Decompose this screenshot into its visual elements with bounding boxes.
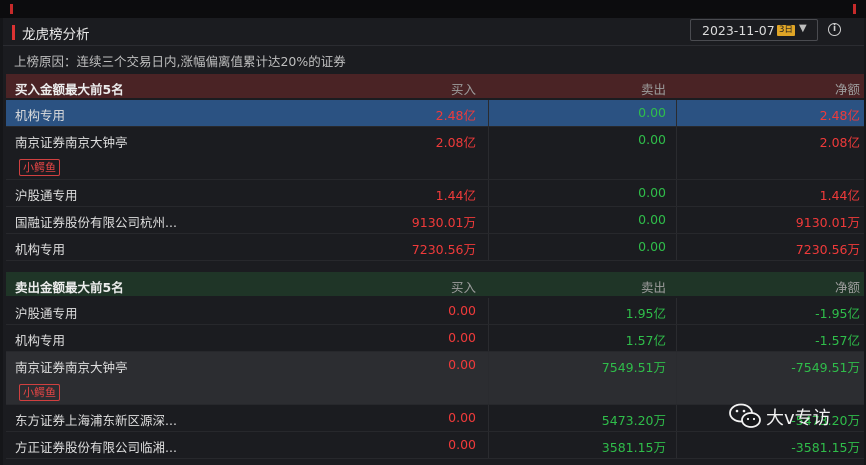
seat-name: 机构专用 (15, 242, 66, 257)
table-row[interactable]: 机构专用 0.00 1.57亿 -1.57亿 (6, 325, 864, 352)
buy-section-title: 买入金额最大前5名 (15, 82, 124, 97)
column-divider (676, 298, 677, 324)
table-row[interactable]: 国融证券股份有限公司杭州... 9130.01万 0.00 9130.01万 (6, 207, 864, 234)
sell-amount: 5473.20万 (601, 413, 666, 428)
net-amount: 2.48亿 (819, 108, 860, 123)
wechat-icon (729, 403, 761, 428)
buy-amount: 9130.01万 (411, 215, 476, 230)
net-amount: -7549.51万 (791, 360, 860, 375)
top-strip (0, 0, 866, 18)
buy-amount: 7230.56万 (411, 242, 476, 257)
red-marker (853, 4, 856, 14)
buy-amount: 2.48亿 (435, 108, 476, 123)
column-divider (488, 405, 489, 431)
seat-name: 方正证券股份有限公司临湘... (15, 440, 177, 455)
net-amount: 9130.01万 (795, 215, 860, 230)
title-accent-bar (12, 25, 15, 40)
sell-section-title: 卖出金额最大前5名 (15, 280, 124, 295)
panel-header: 龙虎榜分析 2023-11-07 3日 ▼ i (3, 18, 864, 46)
seat-name: 机构专用 (15, 108, 66, 123)
buy-amount: 0.00 (448, 330, 476, 345)
date-value: 2023-11-07 (702, 23, 775, 38)
sell-amount: 0.00 (638, 239, 666, 254)
net-amount: -3581.15万 (791, 440, 860, 455)
seat-name: 国融证券股份有限公司杭州... (15, 215, 177, 230)
sell-amount: 0.00 (638, 185, 666, 200)
column-divider (676, 352, 677, 404)
column-divider (676, 127, 677, 179)
net-amount: -1.95亿 (815, 306, 860, 321)
col-header-net[interactable]: 净额 (835, 277, 860, 296)
seat-name: 南京证券南京大钟亭 (15, 135, 128, 150)
column-divider (488, 432, 489, 458)
net-amount: -1.57亿 (815, 333, 860, 348)
table-row[interactable]: 沪股通专用 0.00 1.95亿 -1.95亿 (6, 298, 864, 325)
sell-amount: 1.95亿 (625, 306, 666, 321)
table-row[interactable]: 机构专用 7230.56万 0.00 7230.56万 (6, 234, 864, 261)
sell-amount: 0.00 (638, 212, 666, 227)
buy-amount: 1.44亿 (435, 188, 476, 203)
buy-amount: 0.00 (448, 410, 476, 425)
sell-amount: 7549.51万 (601, 360, 666, 375)
seat-name: 南京证券南京大钟亭 (15, 360, 128, 375)
table-row[interactable]: 机构专用 2.48亿 0.00 2.48亿 (6, 100, 864, 127)
col-header-sell[interactable]: 卖出 (641, 79, 666, 98)
divider (3, 45, 864, 46)
sell-section-header: 卖出金额最大前5名 买入 卖出 净额 (6, 272, 864, 296)
trader-tag[interactable]: 小鳄鱼 (19, 384, 60, 401)
column-divider (676, 180, 677, 206)
column-divider (676, 432, 677, 458)
column-divider (488, 100, 489, 126)
seat-name: 机构专用 (15, 333, 66, 348)
panel-title: 龙虎榜分析 (22, 27, 90, 43)
column-divider (488, 234, 489, 260)
table-row[interactable]: 南京证券南京大钟亭 小鳄鱼 0.00 7549.51万 -7549.51万 (6, 352, 864, 405)
column-divider (676, 405, 677, 431)
column-divider (676, 207, 677, 233)
col-header-net[interactable]: 净额 (835, 79, 860, 98)
sell-amount: 3581.15万 (601, 440, 666, 455)
listing-reason: 上榜原因：连续三个交易日内,涨幅偏离值累计达20%的证券 (14, 54, 346, 69)
info-icon[interactable]: i (828, 23, 841, 36)
table-row[interactable]: 沪股通专用 1.44亿 0.00 1.44亿 (6, 180, 864, 207)
column-divider (488, 325, 489, 351)
dropdown-caret-icon: ▼ (799, 23, 807, 34)
buy-amount: 0.00 (448, 357, 476, 372)
red-marker (10, 4, 13, 14)
buy-amount: 2.08亿 (435, 135, 476, 150)
sell-amount: 1.57亿 (625, 333, 666, 348)
col-header-sell[interactable]: 卖出 (641, 277, 666, 296)
seat-name: 东方证券上海浦东新区源深... (15, 413, 177, 428)
net-amount: 1.44亿 (819, 188, 860, 203)
dragon-tiger-panel: 龙虎榜分析 2023-11-07 3日 ▼ i 上榜原因：连续三个交易日内,涨幅… (3, 18, 864, 465)
date-selector[interactable]: 2023-11-07 3日 ▼ (690, 19, 818, 41)
table-row[interactable]: 南京证券南京大钟亭 小鳄鱼 2.08亿 0.00 2.08亿 (6, 127, 864, 180)
net-amount: 2.08亿 (819, 135, 860, 150)
trader-tag[interactable]: 小鳄鱼 (19, 159, 60, 176)
table-row[interactable]: 方正证券股份有限公司临湘... 0.00 3581.15万 -3581.15万 (6, 432, 864, 459)
days-badge: 3日 (777, 25, 795, 36)
buy-amount: 0.00 (448, 303, 476, 318)
col-header-buy[interactable]: 买入 (451, 79, 476, 98)
buy-amount: 0.00 (448, 437, 476, 452)
net-amount: 7230.56万 (795, 242, 860, 257)
column-divider (488, 180, 489, 206)
col-header-buy[interactable]: 买入 (451, 277, 476, 296)
column-divider (488, 298, 489, 324)
column-divider (488, 127, 489, 179)
sell-amount: 0.00 (638, 105, 666, 120)
seat-name: 沪股通专用 (15, 188, 78, 203)
column-divider (676, 234, 677, 260)
column-divider (676, 325, 677, 351)
watermark-text: 大v专访 (766, 408, 831, 429)
column-divider (676, 100, 677, 126)
column-divider (488, 207, 489, 233)
sell-amount: 0.00 (638, 132, 666, 147)
buy-section-header: 买入金额最大前5名 买入 卖出 净额 (6, 74, 864, 98)
seat-name: 沪股通专用 (15, 306, 78, 321)
column-divider (488, 352, 489, 404)
